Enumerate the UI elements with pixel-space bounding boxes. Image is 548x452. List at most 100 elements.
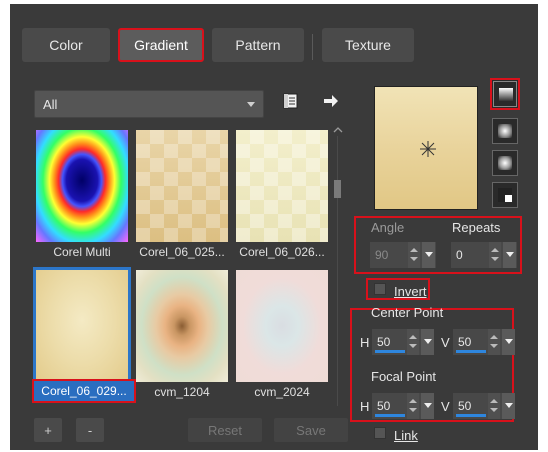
gradient-swatch xyxy=(236,130,328,242)
sunburst-gradient-icon xyxy=(498,188,512,202)
arrow-down-icon[interactable] xyxy=(409,344,417,348)
focal-v-stepper[interactable] xyxy=(488,393,500,419)
gradient-swatch xyxy=(33,267,131,385)
thumb-caption: Corel Multi xyxy=(53,245,111,259)
thumb-caption: cvm_2024 xyxy=(254,385,310,399)
gradient-thumb-corel-06-026[interactable]: Corel_06_026... xyxy=(232,126,328,259)
tab-color[interactable]: Color xyxy=(22,28,110,62)
focal-v-label: V xyxy=(441,399,450,414)
gradient-thumb-cvm-2024[interactable]: cvm_2024 xyxy=(232,266,328,399)
center-v-stepper[interactable] xyxy=(488,329,500,355)
resource-manager-icon[interactable] xyxy=(282,92,302,112)
arrow-down-icon[interactable] xyxy=(490,408,498,412)
chevron-up-icon[interactable] xyxy=(333,126,343,134)
category-value: All xyxy=(43,97,58,112)
angle-value: 90 xyxy=(375,248,389,262)
gradient-thumb-corel-06-025[interactable]: Corel_06_025... xyxy=(132,126,228,259)
focal-h-dropdown[interactable] xyxy=(421,393,434,419)
tab-divider xyxy=(312,34,313,60)
thumb-caption: Corel_06_029... xyxy=(32,379,136,403)
gradient-style-sunburst-button[interactable] xyxy=(492,182,518,208)
chevron-down-icon xyxy=(424,403,432,408)
tab-texture[interactable]: Texture xyxy=(322,28,414,62)
focal-v-dropdown[interactable] xyxy=(502,393,515,419)
remove-button[interactable]: - xyxy=(76,418,104,442)
invert-label: Invert xyxy=(394,284,427,299)
focal-h-spinner[interactable]: 50 xyxy=(372,393,434,419)
link-label: Link xyxy=(394,428,418,443)
chevron-down-icon xyxy=(247,102,255,107)
tab-pattern[interactable]: Pattern xyxy=(212,28,304,62)
focal-point-label: Focal Point xyxy=(371,369,437,384)
arrow-up-icon[interactable] xyxy=(409,335,417,339)
link-checkbox[interactable] xyxy=(374,427,386,439)
center-v-slider[interactable] xyxy=(456,350,486,353)
arrow-down-icon[interactable] xyxy=(491,257,499,261)
gradient-style-radial-button[interactable] xyxy=(492,150,518,176)
focal-h-label: H xyxy=(360,399,370,414)
center-h-stepper[interactable] xyxy=(407,329,419,355)
gradient-thumb-corel-multi[interactable]: Corel Multi xyxy=(32,126,128,259)
gradient-swatch xyxy=(36,130,128,242)
focal-h-value: 50 xyxy=(377,399,391,413)
focal-v-spinner[interactable]: 50 xyxy=(453,393,515,419)
category-dropdown[interactable]: All xyxy=(34,90,264,118)
center-h-slider[interactable] xyxy=(375,350,405,353)
linear-gradient-icon xyxy=(499,88,513,102)
center-h-value: 50 xyxy=(377,335,391,349)
repeats-dropdown[interactable] xyxy=(503,242,516,268)
repeats-stepper[interactable] xyxy=(489,242,501,268)
arrow-up-icon[interactable] xyxy=(490,399,498,403)
focal-h-slider[interactable] xyxy=(375,414,405,417)
rectangular-gradient-icon xyxy=(498,124,512,138)
chevron-down-icon xyxy=(425,252,433,257)
angle-spinner[interactable]: 90 xyxy=(370,242,436,268)
arrow-down-icon[interactable] xyxy=(409,408,417,412)
center-h-label: H xyxy=(360,335,370,350)
gradient-preview[interactable] xyxy=(374,86,478,210)
thumb-caption: Corel_06_026... xyxy=(239,245,325,259)
repeats-label: Repeats xyxy=(452,220,501,235)
thumb-caption: cvm_1204 xyxy=(154,385,210,399)
repeats-value: 0 xyxy=(456,248,463,262)
center-h-spinner[interactable]: 50 xyxy=(372,329,434,355)
angle-label: Angle xyxy=(371,220,405,235)
arrow-up-icon[interactable] xyxy=(490,335,498,339)
center-v-dropdown[interactable] xyxy=(502,329,515,355)
focal-v-value: 50 xyxy=(458,399,472,413)
arrow-down-icon[interactable] xyxy=(490,344,498,348)
arrow-up-icon[interactable] xyxy=(410,248,418,252)
add-button[interactable]: + xyxy=(34,418,62,442)
center-v-spinner[interactable]: 50 xyxy=(453,329,515,355)
arrow-up-icon[interactable] xyxy=(491,248,499,252)
arrow-right-icon[interactable] xyxy=(322,92,342,112)
chevron-down-icon xyxy=(424,339,432,344)
gradient-thumb-cvm-1204[interactable]: cvm_1204 xyxy=(132,266,228,399)
center-v-value: 50 xyxy=(458,335,472,349)
thumb-caption: Corel_06_025... xyxy=(139,245,225,259)
focal-v-slider[interactable] xyxy=(456,414,486,417)
scrollbar-thumb[interactable] xyxy=(334,180,341,198)
arrow-up-icon[interactable] xyxy=(409,399,417,403)
gradient-style-rectangular-button[interactable] xyxy=(492,118,518,144)
gradient-swatch xyxy=(136,270,228,382)
angle-stepper[interactable] xyxy=(408,242,420,268)
tab-gradient[interactable]: Gradient xyxy=(118,28,204,62)
invert-checkbox[interactable] xyxy=(374,283,386,295)
crosshair-icon[interactable] xyxy=(419,140,437,158)
gradient-swatch xyxy=(136,130,228,242)
angle-dropdown[interactable] xyxy=(422,242,435,268)
center-point-label: Center Point xyxy=(371,305,444,320)
chevron-down-icon xyxy=(505,403,513,408)
gradient-thumb-corel-06-029[interactable]: Corel_06_029... xyxy=(32,266,136,403)
radial-gradient-icon xyxy=(498,156,512,170)
library-scrollbar[interactable] xyxy=(333,126,343,411)
reset-button[interactable]: Reset xyxy=(188,418,262,442)
repeats-spinner[interactable]: 0 xyxy=(451,242,517,268)
gradient-style-linear-button[interactable] xyxy=(490,78,520,110)
center-h-dropdown[interactable] xyxy=(421,329,434,355)
center-v-label: V xyxy=(441,335,450,350)
save-button[interactable]: Save xyxy=(274,418,348,442)
focal-h-stepper[interactable] xyxy=(407,393,419,419)
arrow-down-icon[interactable] xyxy=(410,257,418,261)
